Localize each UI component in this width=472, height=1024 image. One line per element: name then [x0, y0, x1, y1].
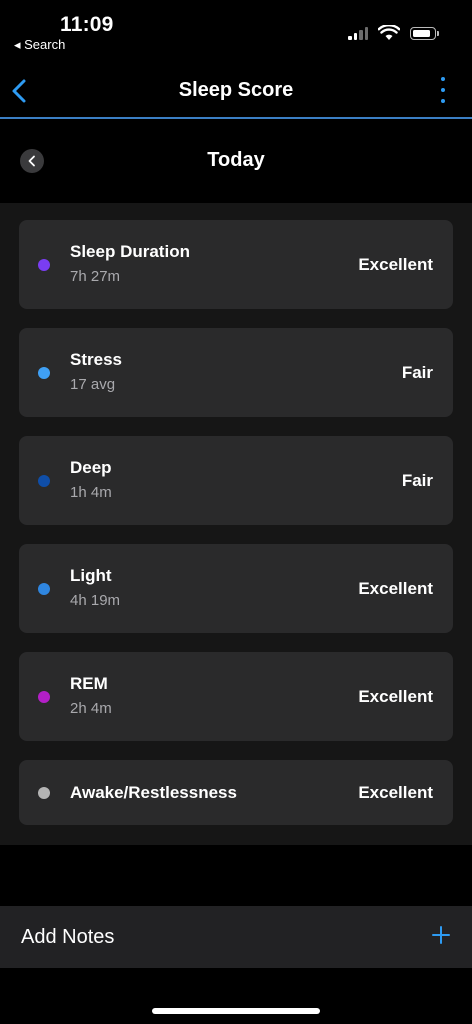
metric-value: 4h 19m [70, 592, 121, 609]
metric-card-stress[interactable]: Stress 17 avg Fair [19, 328, 453, 417]
wifi-icon [378, 25, 400, 40]
metric-value: 17 avg [70, 376, 116, 393]
metric-value: 2h 4m [70, 700, 112, 717]
metric-label: Stress [70, 350, 122, 369]
back-to-search-link[interactable]: ◂ Search [14, 37, 65, 53]
metric-card-light[interactable]: Light 4h 19m Excellent [19, 544, 453, 633]
status-dot-icon [38, 583, 50, 595]
metric-card-rem[interactable]: REM 2h 4m Excellent [19, 652, 453, 741]
metric-card-deep[interactable]: Deep 1h 4m Fair [19, 436, 453, 525]
metrics-panel: Sleep Duration 7h 27m Excellent Stress 1… [0, 203, 472, 845]
status-dot-icon [38, 475, 50, 487]
day-header: Today [0, 119, 472, 203]
metric-label: Light [70, 566, 112, 585]
metric-rating: Fair [401, 471, 433, 490]
plus-icon[interactable] [432, 926, 450, 944]
metric-card-sleep-duration[interactable]: Sleep Duration 7h 27m Excellent [19, 220, 453, 309]
metric-rating: Fair [401, 363, 433, 382]
metric-label: Awake/Restlessness [70, 783, 237, 802]
add-notes-label: Add Notes [21, 926, 115, 948]
battery-icon [410, 26, 439, 40]
metric-value: 7h 27m [70, 268, 121, 285]
metric-value: 1h 4m [70, 484, 112, 501]
status-dot-icon [38, 787, 50, 799]
metric-rating: Excellent [358, 255, 433, 274]
page-title: Sleep Score [178, 79, 294, 101]
status-icons [348, 25, 439, 41]
status-bar: 11:09 ◂ Search [0, 0, 472, 60]
metric-card-awake-restlessness[interactable]: Awake/Restlessness Excellent [19, 760, 453, 825]
status-dot-icon [38, 259, 50, 271]
home-indicator [152, 1008, 320, 1014]
cellular-signal-icon [348, 26, 368, 40]
metric-rating: Excellent [358, 579, 433, 598]
metric-rating: Excellent [358, 783, 433, 802]
status-dot-icon [38, 691, 50, 703]
status-dot-icon [38, 367, 50, 379]
navigation-bar: Sleep Score [0, 62, 472, 118]
metric-rating: Excellent [358, 687, 433, 706]
day-title: Today [207, 149, 265, 171]
more-vertical-icon[interactable] [440, 77, 446, 103]
metric-label: Deep [70, 458, 112, 477]
status-time: 11:09 [60, 13, 114, 36]
add-notes-row[interactable]: Add Notes [0, 906, 472, 968]
metric-label: REM [70, 674, 108, 693]
metric-label: Sleep Duration [70, 242, 190, 261]
